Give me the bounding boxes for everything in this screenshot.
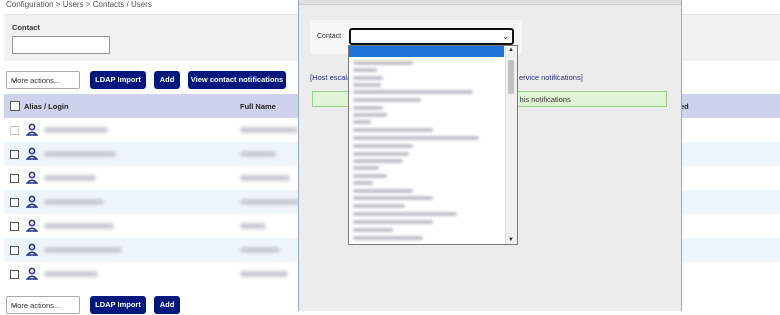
option[interactable] bbox=[353, 189, 413, 193]
option[interactable] bbox=[353, 76, 383, 80]
dropdown-scrollbar[interactable]: ▲ ▼ bbox=[505, 46, 517, 244]
option[interactable] bbox=[353, 212, 457, 216]
option[interactable] bbox=[353, 144, 413, 148]
option[interactable] bbox=[353, 228, 393, 232]
option[interactable] bbox=[353, 120, 371, 124]
alias-value bbox=[44, 247, 122, 253]
service-notifications-link[interactable]: ervice notifications] bbox=[519, 73, 583, 82]
more-actions-select[interactable]: More actions... ⌄ bbox=[6, 71, 80, 89]
option[interactable] bbox=[353, 181, 373, 185]
option[interactable] bbox=[353, 90, 473, 94]
more-actions-select-bottom[interactable]: More actions... ⌄ bbox=[6, 296, 80, 314]
fullname-value bbox=[240, 199, 300, 205]
row-checkbox[interactable] bbox=[10, 270, 19, 279]
scroll-down-icon[interactable]: ▼ bbox=[508, 237, 514, 243]
user-icon bbox=[26, 267, 38, 280]
breadcrumb: Configuration > Users > Contacts / Users bbox=[6, 0, 152, 9]
fullname-value bbox=[240, 127, 298, 133]
row-checkbox[interactable] bbox=[10, 126, 19, 135]
option[interactable] bbox=[353, 152, 409, 156]
add-button[interactable]: Add bbox=[154, 71, 180, 89]
ldap-import-button-bottom[interactable]: LDAP Import bbox=[90, 296, 146, 314]
contact-filter-input[interactable] bbox=[12, 36, 110, 54]
chevron-down-icon: ⌄ bbox=[11, 75, 18, 84]
fullname-value bbox=[240, 151, 276, 157]
chevron-down-icon: ⌄ bbox=[502, 32, 509, 41]
alias-value bbox=[44, 127, 108, 133]
option[interactable] bbox=[353, 159, 403, 163]
option[interactable] bbox=[353, 196, 433, 200]
alias-value bbox=[44, 199, 104, 205]
option[interactable] bbox=[353, 68, 377, 72]
notification-message: w his notifications bbox=[512, 95, 571, 104]
alias-value bbox=[44, 223, 114, 229]
row-checkbox[interactable] bbox=[10, 174, 19, 183]
contact-dropdown-list[interactable]: ▲ ▼ bbox=[348, 45, 518, 245]
alias-login-header[interactable]: Alias / Login bbox=[24, 102, 69, 111]
full-name-header[interactable]: Full Name bbox=[240, 102, 276, 111]
fullname-value bbox=[240, 175, 290, 181]
option[interactable] bbox=[353, 83, 381, 87]
host-escalation-link[interactable]: [Host escala bbox=[310, 73, 351, 82]
fullname-value bbox=[240, 271, 288, 277]
row-checkbox[interactable] bbox=[10, 150, 19, 159]
scrollbar-thumb[interactable] bbox=[508, 60, 514, 94]
option[interactable] bbox=[353, 98, 421, 102]
option[interactable] bbox=[353, 220, 433, 224]
option[interactable] bbox=[353, 204, 405, 208]
row-checkbox[interactable] bbox=[10, 198, 19, 207]
option[interactable] bbox=[353, 106, 383, 110]
row-checkbox[interactable] bbox=[10, 222, 19, 231]
user-icon bbox=[26, 147, 38, 160]
row-checkbox[interactable] bbox=[10, 246, 19, 255]
option[interactable] bbox=[353, 166, 379, 170]
highlighted-option[interactable] bbox=[349, 46, 504, 57]
fullname-value bbox=[240, 247, 280, 253]
select-all-checkbox[interactable] bbox=[10, 101, 20, 111]
add-button-bottom[interactable]: Add bbox=[154, 296, 180, 314]
contact-label: Contact bbox=[317, 33, 342, 40]
option[interactable] bbox=[353, 128, 433, 132]
option[interactable] bbox=[353, 113, 387, 117]
user-icon bbox=[26, 195, 38, 208]
chevron-down-icon: ⌄ bbox=[11, 300, 18, 309]
modal-title-bar bbox=[299, 0, 681, 5]
user-icon bbox=[26, 243, 38, 256]
option[interactable] bbox=[353, 174, 387, 178]
fullname-value bbox=[240, 223, 266, 229]
option[interactable] bbox=[353, 236, 423, 240]
option[interactable] bbox=[353, 136, 479, 140]
contact-select[interactable]: ⌄ bbox=[349, 28, 514, 45]
contact-filter-label: Contact bbox=[12, 23, 40, 32]
alias-value bbox=[44, 271, 98, 277]
user-icon bbox=[26, 171, 38, 184]
view-contact-notifications-button[interactable]: View contact notifications bbox=[188, 71, 286, 89]
ldap-import-button[interactable]: LDAP Import bbox=[90, 71, 146, 89]
user-icon bbox=[26, 219, 38, 232]
option[interactable] bbox=[353, 61, 413, 65]
alias-value bbox=[44, 151, 116, 157]
user-icon bbox=[26, 123, 38, 136]
alias-value bbox=[44, 175, 96, 181]
scroll-up-icon[interactable]: ▲ bbox=[508, 47, 514, 53]
